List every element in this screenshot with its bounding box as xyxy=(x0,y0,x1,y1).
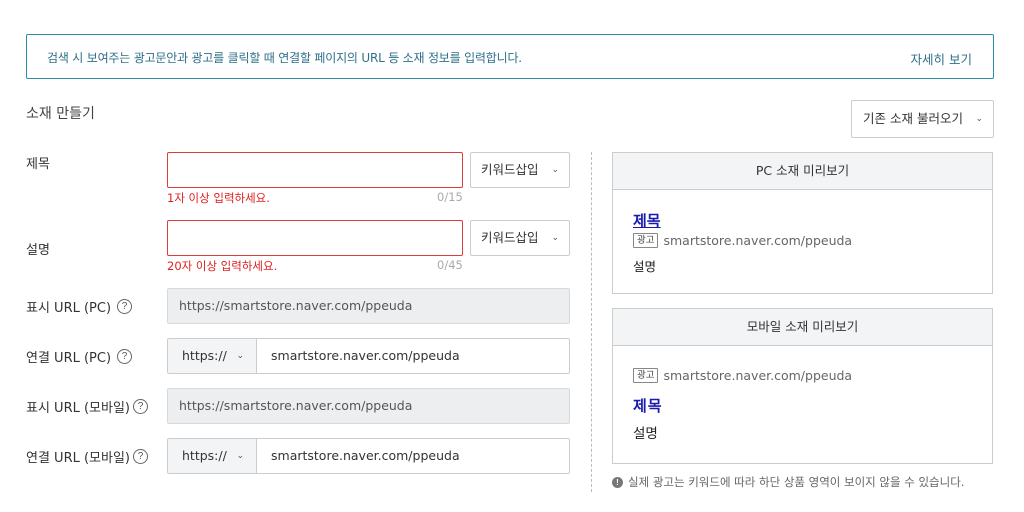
link-url-mobile-label: 연결 URL (모바일) ? xyxy=(26,447,148,466)
load-existing-button[interactable]: 기존 소재 불러오기 ⌄ xyxy=(851,100,994,138)
mobile-preview-url-line: 광고 smartstore.naver.com/ppeuda xyxy=(633,368,852,383)
pc-preview-url-line: 광고 smartstore.naver.com/ppeuda xyxy=(633,233,852,248)
chevron-down-icon: ⌄ xyxy=(975,114,983,124)
mobile-preview-description: 설명 xyxy=(633,426,658,442)
link-url-pc-protocol-select[interactable]: https:// ⌄ xyxy=(167,338,257,374)
help-circle-icon[interactable]: ? xyxy=(117,349,133,364)
link-url-mobile-input[interactable]: smartstore.naver.com/ppeuda xyxy=(256,438,570,474)
ad-badge: 광고 xyxy=(633,368,659,383)
chevron-down-icon: ⌄ xyxy=(236,351,244,361)
title-label: 제목 xyxy=(26,157,50,172)
section-title: 소재 만들기 xyxy=(26,106,95,122)
mobile-preview-panel: 모바일 소재 미리보기 광고 smartstore.naver.com/ppeu… xyxy=(612,308,993,464)
mobile-preview-url: smartstore.naver.com/ppeuda xyxy=(663,368,853,383)
display-url-pc-label: 표시 URL (PC) ? xyxy=(26,297,133,316)
title-error-message: 1자 이상 입력하세요. xyxy=(167,191,270,205)
pc-preview-panel: PC 소재 미리보기 제목 광고 smartstore.naver.com/pp… xyxy=(612,152,993,294)
description-input[interactable] xyxy=(167,220,463,256)
title-char-counter: 0/15 xyxy=(437,190,463,204)
link-url-mobile-protocol-select[interactable]: https:// ⌄ xyxy=(167,438,257,474)
preview-note-text: 실제 광고는 키워드에 따라 하단 상품 영역이 보이지 않을 수 있습니다. xyxy=(628,475,965,489)
description-label: 설명 xyxy=(26,243,50,258)
info-circle-icon: ! xyxy=(612,476,623,488)
display-url-mobile-field: https://smartstore.naver.com/ppeuda xyxy=(167,388,570,424)
ad-badge: 광고 xyxy=(633,233,659,248)
title-keyword-insert-button[interactable]: 키워드삽입 ⌄ xyxy=(470,152,570,188)
load-existing-label: 기존 소재 불러오기 xyxy=(863,111,963,126)
mobile-preview-header: 모바일 소재 미리보기 xyxy=(613,309,992,346)
details-link[interactable]: 자세히 보기 xyxy=(911,49,972,68)
description-keyword-insert-button[interactable]: 키워드삽입 ⌄ xyxy=(470,220,570,256)
preview-note: ! 실제 광고는 키워드에 따라 하단 상품 영역이 보이지 않을 수 있습니다… xyxy=(612,474,964,490)
mobile-preview-title: 제목 xyxy=(633,397,663,415)
chevron-down-icon: ⌄ xyxy=(236,451,244,461)
display-url-mobile-label: 표시 URL (모바일) ? xyxy=(26,397,148,416)
title-input[interactable] xyxy=(167,152,463,188)
pc-preview-title: 제목 xyxy=(633,212,661,230)
link-url-pc-input[interactable]: smartstore.naver.com/ppeuda xyxy=(256,338,570,374)
description-error-message: 20자 이상 입력하세요. xyxy=(167,259,278,273)
description-char-counter: 0/45 xyxy=(437,258,463,272)
info-banner: 검색 시 보여주는 광고문안과 광고를 클릭할 때 연결할 페이지의 URL 등… xyxy=(26,34,994,79)
chevron-down-icon: ⌄ xyxy=(551,233,559,243)
pc-preview-description: 설명 xyxy=(633,259,657,274)
pc-preview-header: PC 소재 미리보기 xyxy=(613,153,992,190)
info-text: 검색 시 보여주는 광고문안과 광고를 클릭할 때 연결할 페이지의 URL 등… xyxy=(47,51,522,65)
help-circle-icon[interactable]: ? xyxy=(117,299,133,314)
help-circle-icon[interactable]: ? xyxy=(133,449,148,464)
display-url-pc-field: https://smartstore.naver.com/ppeuda xyxy=(167,288,570,324)
chevron-down-icon: ⌄ xyxy=(551,165,559,175)
help-circle-icon[interactable]: ? xyxy=(133,399,148,414)
column-divider xyxy=(591,152,592,492)
link-url-pc-label: 연결 URL (PC) ? xyxy=(26,347,133,366)
pc-preview-url: smartstore.naver.com/ppeuda xyxy=(663,233,853,248)
